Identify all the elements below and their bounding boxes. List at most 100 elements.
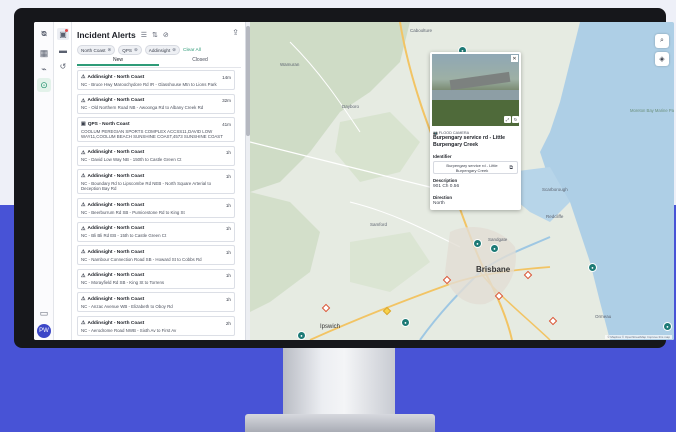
alert-source: ⚠ Addinsight - North Coast <box>81 173 144 179</box>
alert-card[interactable]: ⚠ Addinsight - North Coast 32m NC - Old Nor… <box>77 93 235 114</box>
camera-marker[interactable]: ● <box>490 244 499 253</box>
copy-icon[interactable]: ⧉ <box>509 165 513 171</box>
alert-icon: ⚠ <box>81 173 86 180</box>
alert-age: 1h <box>225 273 231 279</box>
alert-card[interactable]: ⚠ Addinsight - North Coast 1h NC - Anzac Av… <box>77 292 235 313</box>
alert-description: NC - Old Northern Road NB - Awoonga Rd t… <box>81 105 204 111</box>
filter-chip[interactable]: Addinsight ⊗ <box>144 45 181 55</box>
alert-card[interactable]: ▣ QPS - North Coast 41m COOLUM PEREGIAN SPO… <box>77 117 235 143</box>
alert-card[interactable]: ⚠ Addinsight - North Coast 2h NC - Aerodrom… <box>77 316 235 336</box>
layers-icon[interactable]: ◈ <box>655 52 669 66</box>
alert-card[interactable]: ⚠ Addinsight - North Coast 1h NC - Morayfie… <box>77 268 235 289</box>
close-icon[interactable]: ⊗ <box>172 47 176 53</box>
chip-label: North Coast <box>81 47 106 53</box>
avatar[interactable]: PW <box>37 324 51 338</box>
monitor-screen: ᴓ ▦ ⌁ ⊙ ▭ PW ▣ ▬ ↺ Incident Alerts ☰ ⇅ ⊘… <box>34 22 674 340</box>
alert-card[interactable]: ⚠ Addinsight - North Coast 1h NC - Beerburr… <box>77 198 235 218</box>
grid-icon[interactable]: ▦ <box>37 46 51 60</box>
map-label-wamuran: Wamuran <box>280 62 300 67</box>
history-icon[interactable]: ↺ <box>57 60 69 72</box>
alert-description: NC - David Low Way NB - 150th to Castle … <box>81 157 182 163</box>
alert-source-label: Addinsight - North Coast <box>87 249 145 255</box>
alert-description: NC - Nambour Connection Road SB - Howard… <box>81 256 202 262</box>
alert-source-label: Addinsight - North Coast <box>87 150 145 156</box>
search-icon[interactable]: ⌕ <box>655 34 669 48</box>
map-label-sandgate: Sandgate <box>488 237 508 242</box>
direction-label: Direction <box>433 195 453 200</box>
camera-icon[interactable]: ▣ <box>57 28 69 40</box>
description-label: Description <box>433 178 458 183</box>
camera-marker[interactable]: ● <box>297 331 306 340</box>
close-icon[interactable]: ⊗ <box>134 47 138 53</box>
pin-icon[interactable]: ⊙ <box>37 78 51 92</box>
alert-icon: ⚠ <box>81 296 86 303</box>
chip-label: Addinsight <box>148 47 171 53</box>
alert-source: ⚠ Addinsight - North Coast <box>81 296 144 302</box>
alert-age: 1h <box>225 249 231 255</box>
app-logo-icon[interactable]: ᴓ <box>37 26 51 40</box>
alert-description: NC - Bruce Hwy Maroochydore Rd IR - Glas… <box>81 81 217 87</box>
refresh-icon[interactable]: ↻ <box>512 116 519 123</box>
alert-source: ⚠ Addinsight - North Coast <box>81 273 144 279</box>
clear-all-link[interactable]: Clear All <box>183 48 201 53</box>
camera-marker[interactable]: ● <box>473 239 482 248</box>
map-label-ipswich: Ipswich <box>320 324 341 330</box>
tab-closed[interactable]: Closed <box>159 56 241 66</box>
alert-icon: ⚠ <box>81 202 86 208</box>
alert-card[interactable]: ⚠ Addinsight - North Coast 1h NC - Nambour … <box>77 245 235 266</box>
export-icon[interactable]: ⇪ <box>232 28 239 37</box>
chat-icon[interactable]: ▭ <box>37 306 51 320</box>
map-label-scarborough: Scarborough <box>542 187 568 192</box>
alert-source-label: Addinsight - North Coast <box>87 226 145 232</box>
alert-card[interactable]: ⚠ Addinsight - North Coast 1h NC - David Lo… <box>77 145 235 166</box>
alert-card[interactable]: ⚠ Addinsight - North Coast 14m NC - Bruce H… <box>77 70 235 90</box>
tab-new[interactable]: New <box>77 56 159 66</box>
close-icon[interactable]: ⊗ <box>108 47 112 53</box>
alert-source: ⚠ Addinsight - North Coast <box>81 320 144 326</box>
expand-icon[interactable]: ⤢ <box>504 116 511 123</box>
incident-panel: Incident Alerts ☰ ⇅ ⊘ ⇪ North Coast ⊗ QPS… <box>72 22 246 340</box>
identifier-label: Identifier <box>433 154 452 159</box>
alert-header: ⚠ Addinsight - North Coast 1h <box>81 249 231 255</box>
camera-marker[interactable]: ● <box>663 322 672 331</box>
alert-card[interactable]: ⚠ Addinsight - North Coast 1h NC - Bli Bli … <box>77 221 235 242</box>
direction-value: North <box>433 201 445 206</box>
alert-icon: ⚠ <box>81 149 86 156</box>
description-value: 901 Ch 0.56 <box>433 184 460 189</box>
alert-icon: ⚠ <box>81 97 86 104</box>
close-icon[interactable]: ✕ <box>511 55 518 62</box>
alert-header: ⚠ Addinsight - North Coast 1h <box>81 150 231 156</box>
alert-description: NC - Boundary Rd to Lipscombe Rd NEB - N… <box>81 180 212 192</box>
alert-source: ⚠ Addinsight - North Coast <box>81 202 144 208</box>
alert-icon: ⚠ <box>81 225 86 232</box>
alert-source: ▣ QPS - North Coast <box>81 121 130 127</box>
roadworks-icon[interactable]: ▬ <box>57 44 69 56</box>
alert-age: 32m <box>222 98 231 104</box>
filter-icon[interactable]: ☰ <box>141 31 147 39</box>
camera-marker[interactable]: ● <box>401 318 410 327</box>
mute-icon[interactable]: ⊘ <box>163 31 169 39</box>
map-view[interactable]: Brisbane Ipswich Moreton Bay Marine Park… <box>250 22 674 340</box>
sort-icon[interactable]: ⇅ <box>152 31 158 39</box>
panel-header: Incident Alerts ☰ ⇅ ⊘ ⇪ <box>77 28 241 42</box>
alert-card[interactable]: ⚠ Addinsight - North Coast 1h NC - Boundary… <box>77 169 235 195</box>
map-label-dayboro: Dayboro <box>342 104 360 109</box>
panel-title: Incident Alerts <box>77 30 136 40</box>
camera-marker[interactable]: ● <box>588 263 597 272</box>
alert-header: ⚠ Addinsight - North Coast 1h <box>81 296 231 302</box>
alert-source-label: Addinsight - North Coast <box>87 98 145 104</box>
bolt-icon[interactable]: ⌁ <box>37 62 51 76</box>
identifier-value: Burpengary service rd - Little Burpengar… <box>446 163 498 173</box>
alert-source: ⚠ Addinsight - North Coast <box>81 74 144 80</box>
map-label-caboolture: Caboolture <box>410 28 433 33</box>
filter-chip[interactable]: North Coast ⊗ <box>77 45 116 55</box>
map-attribution[interactable]: © Mapbox © OpenStreetMap Improve this ma… <box>605 335 672 339</box>
alert-age: 41m <box>222 121 231 127</box>
filter-chips: North Coast ⊗ QPS ⊗ Addinsight ⊗ Clear All <box>77 45 201 55</box>
alert-age: 14m <box>222 74 231 80</box>
filter-chip[interactable]: QPS ⊗ <box>118 45 142 55</box>
alert-source-label: Addinsight - North Coast <box>87 273 145 279</box>
monitor-stand <box>283 346 395 418</box>
alert-icon: ⚠ <box>81 74 86 80</box>
alert-description: NC - Aerodrome Road NWB - Sixth Av to Fi… <box>81 327 177 333</box>
